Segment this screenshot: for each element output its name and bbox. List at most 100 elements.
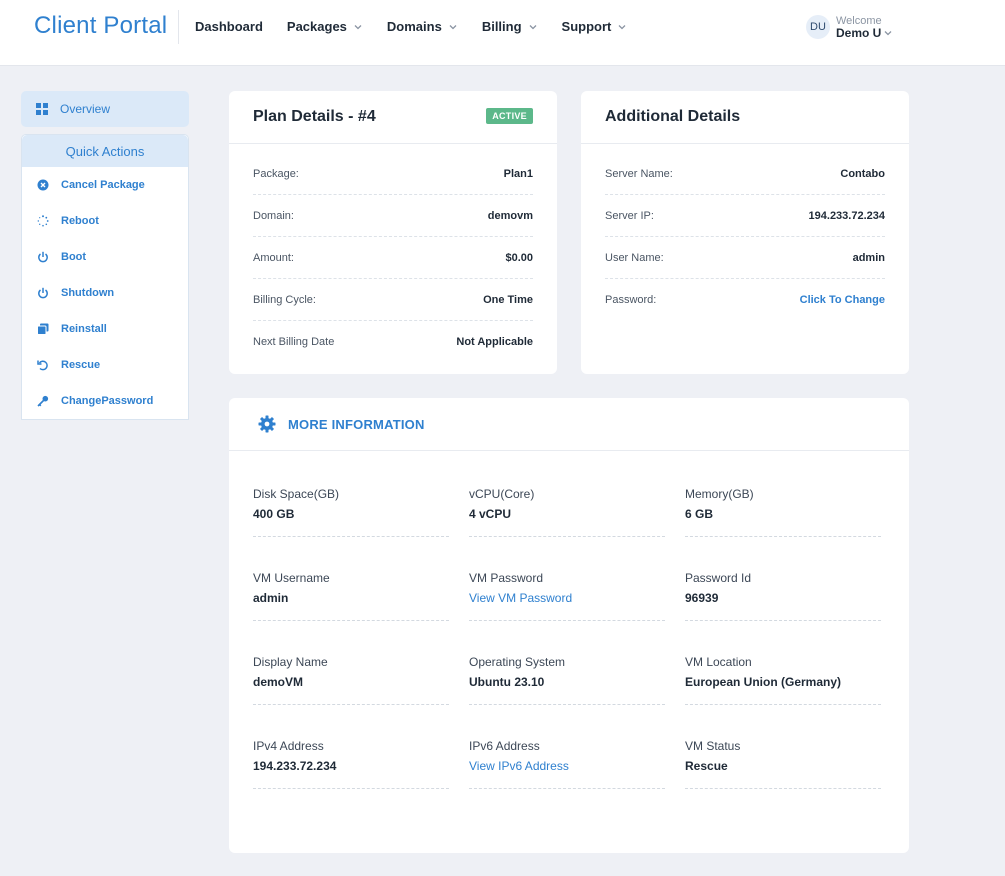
info-cell: VM Location European Union (Germany): [685, 655, 881, 739]
info-cell: IPv4 Address 194.233.72.234: [253, 739, 449, 823]
info-label: VM Password: [469, 571, 544, 585]
action-reboot[interactable]: Reboot: [22, 203, 188, 239]
detail-value: $0.00: [505, 251, 533, 264]
spinner-icon: [37, 215, 49, 227]
brand-logo[interactable]: Client Portal: [34, 12, 167, 40]
info-label: VM Status: [685, 739, 741, 753]
key-icon: [37, 395, 49, 407]
sidebar-item-label: Overview: [60, 102, 111, 116]
info-cell: Password Id 96939: [685, 571, 881, 655]
detail-label: Billing Cycle:: [253, 293, 316, 306]
detail-label: Next Billing Date: [253, 336, 335, 348]
detail-row: Password: Click To Change: [605, 279, 885, 321]
action-rescue[interactable]: Rescue: [22, 347, 188, 383]
action-label: Rescue: [61, 359, 101, 371]
detail-value: 194.233.72.234: [808, 209, 885, 222]
nav-label: Dashboard: [195, 19, 263, 34]
info-value: 4 vCPU: [469, 507, 512, 521]
nav-label: Packages: [286, 19, 347, 34]
info-cell: vCPU(Core) 4 vCPU: [469, 487, 665, 571]
info-value: admin: [253, 591, 289, 605]
change-password-link[interactable]: Click To Change: [800, 294, 885, 306]
detail-label: User Name:: [605, 251, 664, 264]
action-label: ChangePassword: [61, 395, 154, 407]
chevron-down-icon: [354, 24, 362, 29]
info-value: 194.233.72.234: [253, 759, 337, 773]
detail-label: Password:: [605, 294, 657, 306]
chevron-down-icon: [449, 24, 457, 29]
detail-row: Next Billing Date Not Applicable: [253, 321, 533, 363]
status-badge: ACTIVE: [486, 108, 533, 124]
detail-row: Domain: demovm: [253, 195, 533, 237]
action-change-password[interactable]: ChangePassword: [22, 383, 188, 419]
nav-domains[interactable]: Domains: [387, 19, 458, 34]
info-cell: Operating System Ubuntu 23.10: [469, 655, 665, 739]
plan-details-list: Package: Plan1 Domain: demovm Amount: $0.00…: [229, 153, 557, 363]
card-title: Plan Details - #4: [253, 108, 376, 125]
action-reinstall[interactable]: Reinstall: [22, 311, 188, 347]
close-circle-icon: [37, 179, 49, 191]
info-label: Operating System: [469, 655, 566, 669]
detail-value: Plan1: [503, 167, 533, 180]
info-value: 6 GB: [685, 507, 714, 521]
info-cell: Disk Space(GB) 400 GB: [253, 487, 449, 571]
sidebar: Overview Quick Actions Cancel Package Re…: [21, 91, 189, 420]
info-label: VM Username: [253, 571, 330, 585]
detail-row: Package: Plan1: [253, 153, 533, 195]
nav-support[interactable]: Support: [562, 19, 628, 34]
plan-details-header: Plan Details - #4 ACTIVE: [229, 91, 557, 144]
power-icon: [38, 251, 48, 263]
action-cancel-package[interactable]: Cancel Package: [22, 167, 188, 203]
more-information-card: MORE INFORMATION Disk Space(GB) 400 GB vC…: [229, 398, 909, 853]
info-label: IPv4 Address: [253, 739, 324, 753]
gear-icon: [258, 415, 276, 433]
view-ipv6-address-link[interactable]: View IPv6 Address: [469, 759, 665, 773]
detail-value: Contabo: [840, 167, 885, 180]
chevron-down-icon: [618, 24, 626, 29]
nav-label: Support: [561, 19, 612, 34]
view-vm-password-link[interactable]: View VM Password: [469, 591, 665, 605]
copy-icon: [37, 323, 49, 335]
user-menu[interactable]: DU Welcome Demo U: [806, 15, 893, 39]
brand-divider: [178, 10, 179, 44]
user-name: Demo U: [836, 26, 882, 40]
action-label: Reinstall: [61, 323, 107, 335]
top-navbar: Client Portal Dashboard Packages Domains…: [0, 0, 1005, 66]
user-text: Welcome Demo U: [836, 15, 893, 39]
detail-label: Server Name:: [605, 167, 673, 180]
card-title: Additional Details: [605, 108, 741, 125]
info-value: Rescue: [685, 759, 728, 773]
more-information-grid: Disk Space(GB) 400 GB vCPU(Core) 4 vCPU Me…: [253, 487, 885, 823]
info-label: VM Location: [685, 655, 752, 669]
action-shutdown[interactable]: Shutdown: [22, 275, 188, 311]
detail-row: Server IP: 194.233.72.234: [605, 195, 885, 237]
detail-value: demovm: [487, 209, 533, 222]
sidebar-item-overview[interactable]: Overview: [21, 91, 189, 127]
additional-details-list: Server Name: Contabo Server IP: 194.233.72…: [581, 153, 909, 321]
nav-label: Domains: [386, 19, 442, 34]
detail-label: Package:: [253, 167, 299, 180]
undo-icon: [37, 360, 48, 371]
detail-label: Server IP:: [605, 209, 654, 222]
info-cell: VM Username admin: [253, 571, 449, 655]
action-label: Cancel Package: [61, 179, 145, 191]
info-label: Display Name: [253, 655, 328, 669]
action-label: Shutdown: [61, 287, 115, 299]
quick-actions-panel: Quick Actions Cancel Package Reboot Boot…: [21, 134, 189, 420]
info-value: 400 GB: [253, 507, 295, 521]
detail-label: Amount:: [253, 251, 294, 264]
detail-label: Domain:: [253, 209, 294, 222]
info-cell: Memory(GB) 6 GB: [685, 487, 881, 571]
info-label: IPv6 Address: [469, 739, 540, 753]
main-nav: Dashboard Packages Domains Billing Suppo…: [195, 19, 651, 34]
info-value: Ubuntu 23.10: [469, 675, 545, 689]
chevron-down-icon: [529, 24, 536, 29]
detail-row: Billing Cycle: One Time: [253, 279, 533, 321]
info-value: 96939: [685, 591, 719, 605]
nav-dashboard[interactable]: Dashboard: [195, 19, 263, 34]
quick-actions-title: Quick Actions: [22, 135, 188, 167]
action-boot[interactable]: Boot: [22, 239, 188, 275]
nav-billing[interactable]: Billing: [482, 19, 538, 34]
nav-packages[interactable]: Packages: [287, 19, 363, 34]
detail-value: One Time: [483, 293, 533, 306]
